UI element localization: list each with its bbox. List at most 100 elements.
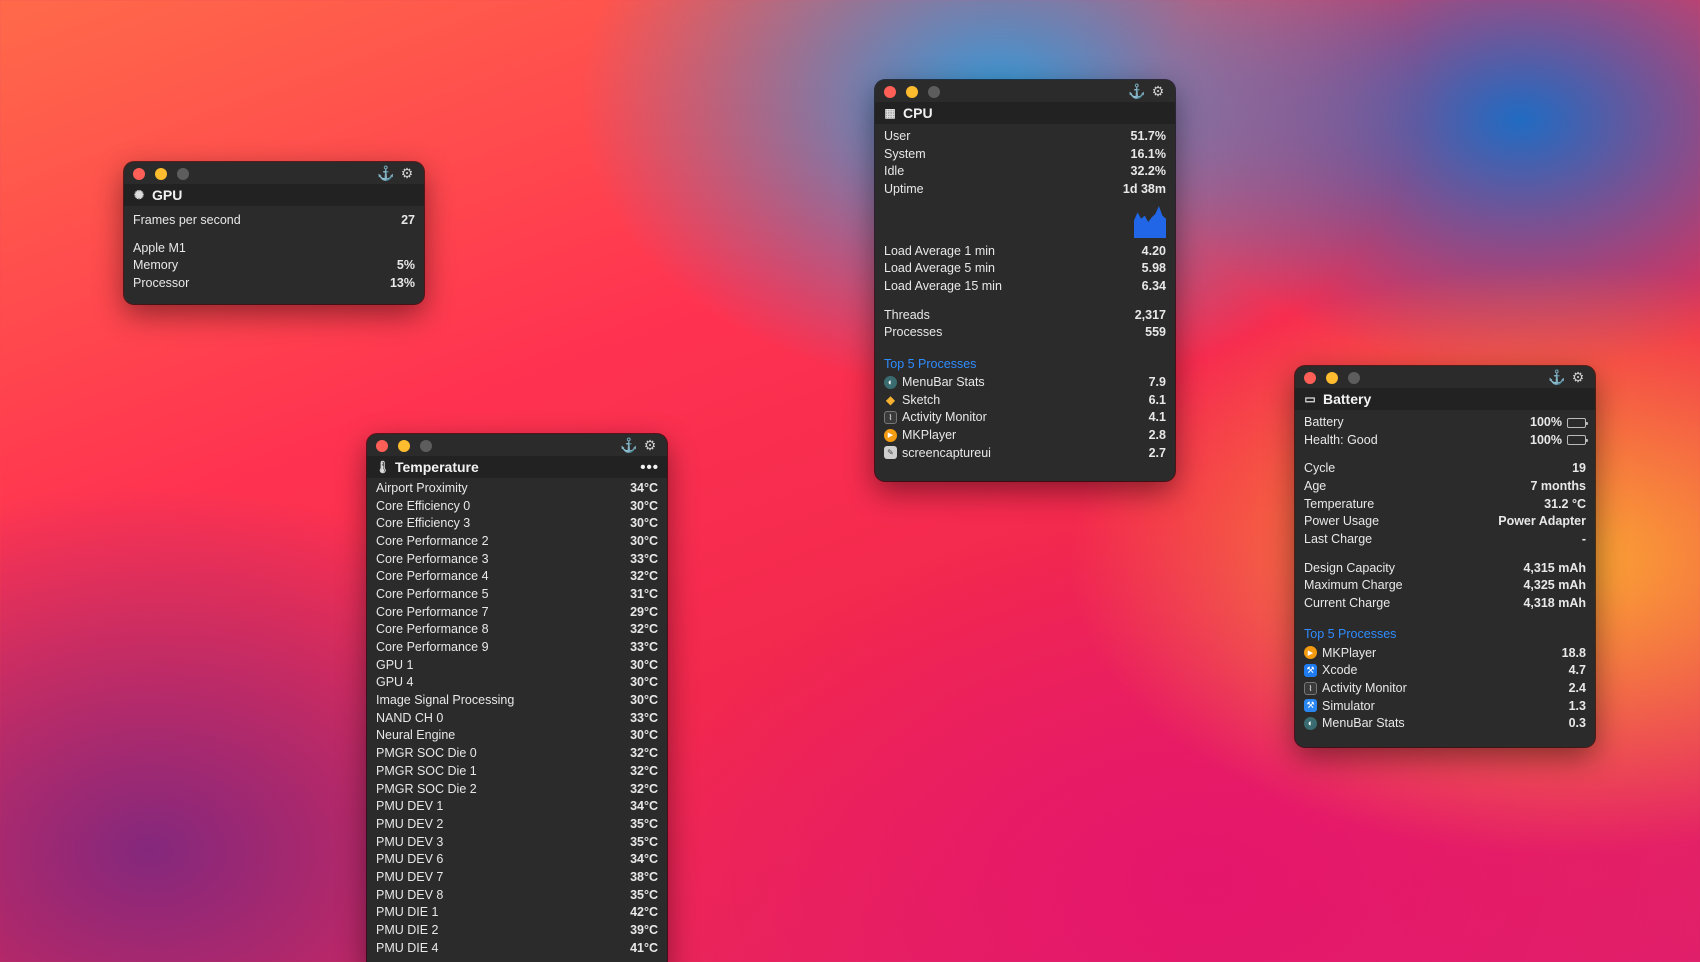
close-button[interactable] — [376, 440, 388, 452]
current-charge-row: Current Charge 4,318 mAh — [1304, 594, 1586, 612]
minimize-button[interactable] — [1326, 372, 1338, 384]
list-item[interactable]: ⌇ Activity Monitor 4.1 — [884, 409, 1166, 427]
more-options-button[interactable]: ••• — [640, 459, 659, 476]
process-value: 2.8 — [1148, 428, 1166, 443]
sensor-value: 38°C — [630, 869, 658, 884]
top-processes-heading[interactable]: Top 5 Processes — [884, 354, 1166, 373]
cpu-titlebar: ⚓ ⚙ — [875, 80, 1175, 102]
cycle-label: Cycle — [1304, 461, 1336, 476]
gear-icon[interactable]: ⚙ — [1570, 369, 1586, 386]
sensor-row: Core Performance 3 33°C — [376, 550, 658, 568]
sensor-value: 30°C — [630, 675, 658, 690]
process-value: 4.7 — [1568, 663, 1586, 678]
gear-icon[interactable]: ⚙ — [1150, 83, 1166, 100]
minimize-button[interactable] — [155, 168, 167, 180]
sensor-label: PMU DEV 3 — [376, 834, 444, 849]
uptime-row: Uptime 1d 38m — [884, 180, 1166, 198]
system-value: 16.1% — [1130, 146, 1166, 161]
sensor-label: PMGR SOC Die 2 — [376, 781, 477, 796]
battery-label: Battery — [1304, 414, 1344, 429]
activity-monitor-icon: ⌇ — [1304, 681, 1317, 695]
sensor-label: PMU DEV 8 — [376, 887, 444, 902]
load-15-value: 6.34 — [1141, 278, 1166, 293]
list-item[interactable]: ⌇ Activity Monitor 2.4 — [1304, 679, 1586, 697]
list-item[interactable]: ◐ MenuBar Stats 0.3 — [1304, 715, 1586, 733]
process-value: 1.3 — [1568, 698, 1586, 713]
list-item[interactable]: ▶ MKPlayer 2.8 — [884, 426, 1166, 444]
sensor-value: 34°C — [630, 852, 658, 867]
maximum-charge-label: Maximum Charge — [1304, 578, 1403, 593]
minimize-button[interactable] — [398, 440, 410, 452]
processes-row: Processes 559 — [884, 324, 1166, 342]
battery-info: Cycle 19 Age 7 months Temperature 31.2 °C P… — [1304, 459, 1586, 547]
sensor-label: Core Performance 9 — [376, 640, 489, 655]
design-capacity-row: Design Capacity 4,315 mAh — [1304, 559, 1586, 577]
anchor-icon[interactable]: ⚓ — [1128, 83, 1145, 100]
mkplayer-icon: ▶ — [1304, 646, 1317, 660]
temperature-row: Temperature 31.2 °C — [1304, 495, 1586, 513]
sensor-label: NAND CH 0 — [376, 710, 444, 725]
sensor-label: PMU DEV 2 — [376, 816, 444, 831]
sensor-value: 30°C — [630, 498, 658, 513]
temperature-value: 31.2 °C — [1544, 496, 1586, 511]
zoom-button[interactable] — [420, 440, 432, 452]
fps-label: Frames per second — [133, 212, 241, 227]
load-5-row: Load Average 5 min 5.98 — [884, 259, 1166, 277]
sensor-value: 34°C — [630, 480, 658, 495]
list-item[interactable]: ▶ MKPlayer 18.8 — [1304, 644, 1586, 662]
thermometer-icon: 🌡 — [375, 460, 391, 474]
sensor-row: PMU DEV 7 38°C — [376, 868, 658, 886]
minimize-button[interactable] — [906, 86, 918, 98]
anchor-icon[interactable]: ⚓ — [620, 437, 637, 454]
sensor-label: Airport Proximity — [376, 480, 468, 495]
load-5-label: Load Average 5 min — [884, 261, 995, 276]
panel-title: CPU — [903, 105, 933, 121]
battery-health-icon — [1567, 435, 1588, 446]
zoom-button[interactable] — [1348, 372, 1360, 384]
temperature-header: 🌡 Temperature ••• — [367, 456, 667, 478]
sensor-value: 30°C — [630, 533, 658, 548]
list-item[interactable]: ◐ MenuBar Stats 7.9 — [884, 373, 1166, 391]
close-button[interactable] — [133, 168, 145, 180]
system-label: System — [884, 146, 926, 161]
gpu-panel: ⚓ ⚙ ✺ GPU Frames per second 27 Apple M1 … — [124, 162, 424, 304]
sensor-value: 33°C — [630, 710, 658, 725]
close-button[interactable] — [884, 86, 896, 98]
cpu-panel: ⚓ ⚙ ▦ CPU User 51.7% System 16.1% Idle 32.2… — [875, 80, 1175, 481]
power-usage-label: Power Usage — [1304, 514, 1380, 529]
design-capacity-value: 4,315 mAh — [1523, 560, 1586, 575]
sensor-row: Core Performance 5 31°C — [376, 585, 658, 603]
process-name: MenuBar Stats — [1322, 716, 1405, 731]
list-item[interactable]: ⚒ Xcode 4.7 — [1304, 662, 1586, 680]
uptime-label: Uptime — [884, 181, 924, 196]
anchor-icon[interactable]: ⚓ — [1548, 369, 1565, 386]
close-button[interactable] — [1304, 372, 1316, 384]
load-15-label: Load Average 15 min — [884, 278, 1002, 293]
sensor-row: PMU DEV 2 35°C — [376, 815, 658, 833]
sensor-row: PMGR SOC Die 2 32°C — [376, 780, 658, 798]
zoom-button[interactable] — [177, 168, 189, 180]
list-item[interactable]: ⚒ Simulator 1.3 — [1304, 697, 1586, 715]
anchor-icon[interactable]: ⚓ — [377, 165, 394, 182]
sensor-row: PMU DIE 1 42°C — [376, 904, 658, 922]
screencapture-icon: ✎ — [884, 446, 897, 460]
battery-titlebar: ⚓ ⚙ — [1295, 366, 1595, 388]
top-processes-heading[interactable]: Top 5 Processes — [1304, 625, 1586, 644]
sensor-row: PMGR SOC Die 1 32°C — [376, 762, 658, 780]
list-item[interactable]: ✎ screencaptureui 2.7 — [884, 444, 1166, 462]
gear-icon[interactable]: ⚙ — [399, 165, 415, 182]
gear-icon[interactable]: ⚙ — [642, 437, 658, 454]
battery-capacity: Design Capacity 4,315 mAh Maximum Charge 4… — [1304, 559, 1586, 612]
threads-row: Threads 2,317 — [884, 306, 1166, 324]
sensor-row: Core Performance 7 29°C — [376, 603, 658, 621]
sensor-label: PMU DIE 4 — [376, 940, 439, 955]
design-capacity-label: Design Capacity — [1304, 560, 1396, 575]
health-value: 100% — [1530, 432, 1562, 447]
cpu-counts: Threads 2,317 Processes 559 — [884, 306, 1166, 341]
list-item[interactable]: ◆ Sketch 6.1 — [884, 391, 1166, 409]
gpu-memory-row: Memory 5% — [133, 256, 415, 274]
processes-label: Processes — [884, 325, 943, 340]
zoom-button[interactable] — [928, 86, 940, 98]
temperature-panel: ⚓ ⚙ 🌡 Temperature ••• Airport Proximity 3… — [367, 434, 667, 962]
sensor-list: Airport Proximity 34°C Core Efficiency 0 30… — [376, 479, 658, 957]
